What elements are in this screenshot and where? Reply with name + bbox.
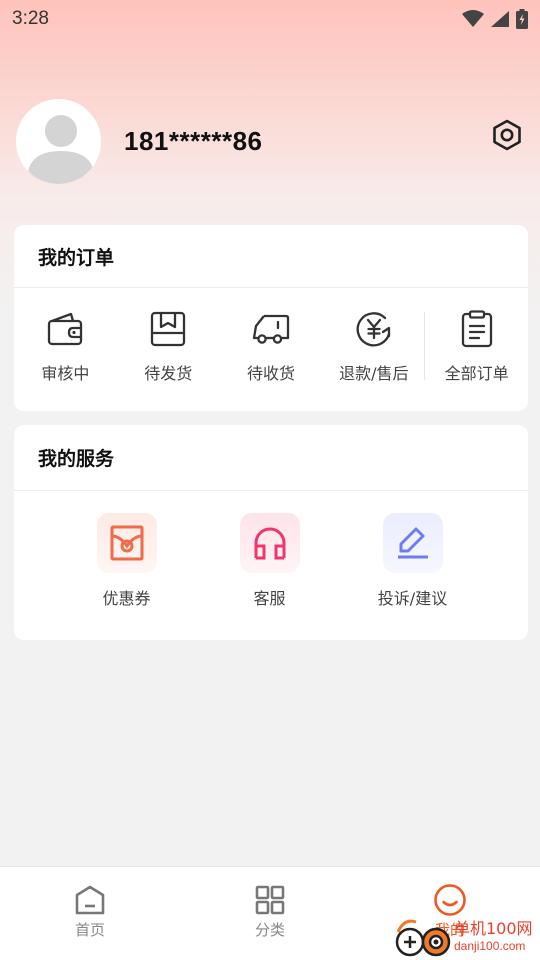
order-item-refund[interactable]: 退款/售后 xyxy=(322,288,425,410)
package-icon xyxy=(151,311,186,347)
service-item-feedback[interactable]: 投诉/建议 xyxy=(341,491,484,639)
coupon-icon-bg xyxy=(96,513,157,573)
battery-icon xyxy=(516,9,528,29)
headset-icon xyxy=(254,527,285,560)
watermark-main-text: 单机100网 xyxy=(454,918,533,938)
order-item-reviewing[interactable]: 审核中 xyxy=(14,288,117,410)
grid-icon xyxy=(255,885,285,915)
default-avatar-icon xyxy=(16,98,101,184)
tab-home[interactable]: 首页 xyxy=(0,867,180,960)
orders-row: 审核中 待发货 待收货 退款/售后 全部订单 xyxy=(14,288,528,410)
truck-icon xyxy=(252,314,290,344)
headset-icon-bg xyxy=(239,513,300,573)
order-label: 审核中 xyxy=(41,364,90,383)
clipboard-icon xyxy=(461,310,492,348)
service-item-coupon[interactable]: 优惠券 xyxy=(55,491,198,639)
order-label: 待收货 xyxy=(246,364,295,383)
settings-hexagon-icon xyxy=(493,119,521,151)
order-item-all-orders[interactable]: 全部订单 xyxy=(425,288,528,410)
service-label: 优惠券 xyxy=(102,589,151,608)
service-label: 客服 xyxy=(253,589,286,608)
profile-section: 181******86 xyxy=(16,98,524,184)
order-label: 全部订单 xyxy=(444,364,509,383)
orders-title: 我的订单 xyxy=(14,225,528,288)
avatar[interactable] xyxy=(16,98,101,184)
watermark: 单机100网 danji100.com xyxy=(390,912,540,960)
service-item-customer-service[interactable]: 客服 xyxy=(198,491,341,639)
order-item-to-receive[interactable]: 待收货 xyxy=(220,288,323,410)
tab-category[interactable]: 分类 xyxy=(180,867,360,960)
edit-pen-icon xyxy=(397,527,428,559)
tab-label: 首页 xyxy=(74,921,105,939)
status-time: 3:28 xyxy=(12,8,49,29)
watermark-logo-icon xyxy=(390,914,452,958)
user-phone: 181******86 xyxy=(124,125,263,156)
status-icons xyxy=(462,9,528,29)
watermark-sub-text: danji100.com xyxy=(454,938,526,953)
yen-refund-icon xyxy=(356,312,390,347)
wallet-icon xyxy=(48,312,83,346)
order-item-to-ship[interactable]: 待发货 xyxy=(117,288,220,410)
home-icon xyxy=(75,885,105,915)
orders-card: 我的订单 审核中 待发货 待收货 退款/售后 全部订单 xyxy=(14,225,528,411)
services-card: 我的服务 优惠券 客服 投诉/建议 xyxy=(14,425,528,640)
settings-button[interactable] xyxy=(490,118,524,152)
order-label: 退款/售后 xyxy=(339,364,409,383)
signal-icon xyxy=(491,11,509,27)
order-label: 待发货 xyxy=(144,364,193,383)
wifi-icon xyxy=(462,10,484,27)
order-divider xyxy=(424,312,425,380)
coupon-icon xyxy=(110,525,143,561)
tab-label: 分类 xyxy=(254,921,285,939)
edit-pen-icon-bg xyxy=(382,513,443,573)
status-bar: 3:28 xyxy=(0,0,540,38)
service-label: 投诉/建议 xyxy=(377,589,448,608)
services-title: 我的服务 xyxy=(14,425,528,491)
services-row: 优惠券 客服 投诉/建议 xyxy=(14,491,528,639)
